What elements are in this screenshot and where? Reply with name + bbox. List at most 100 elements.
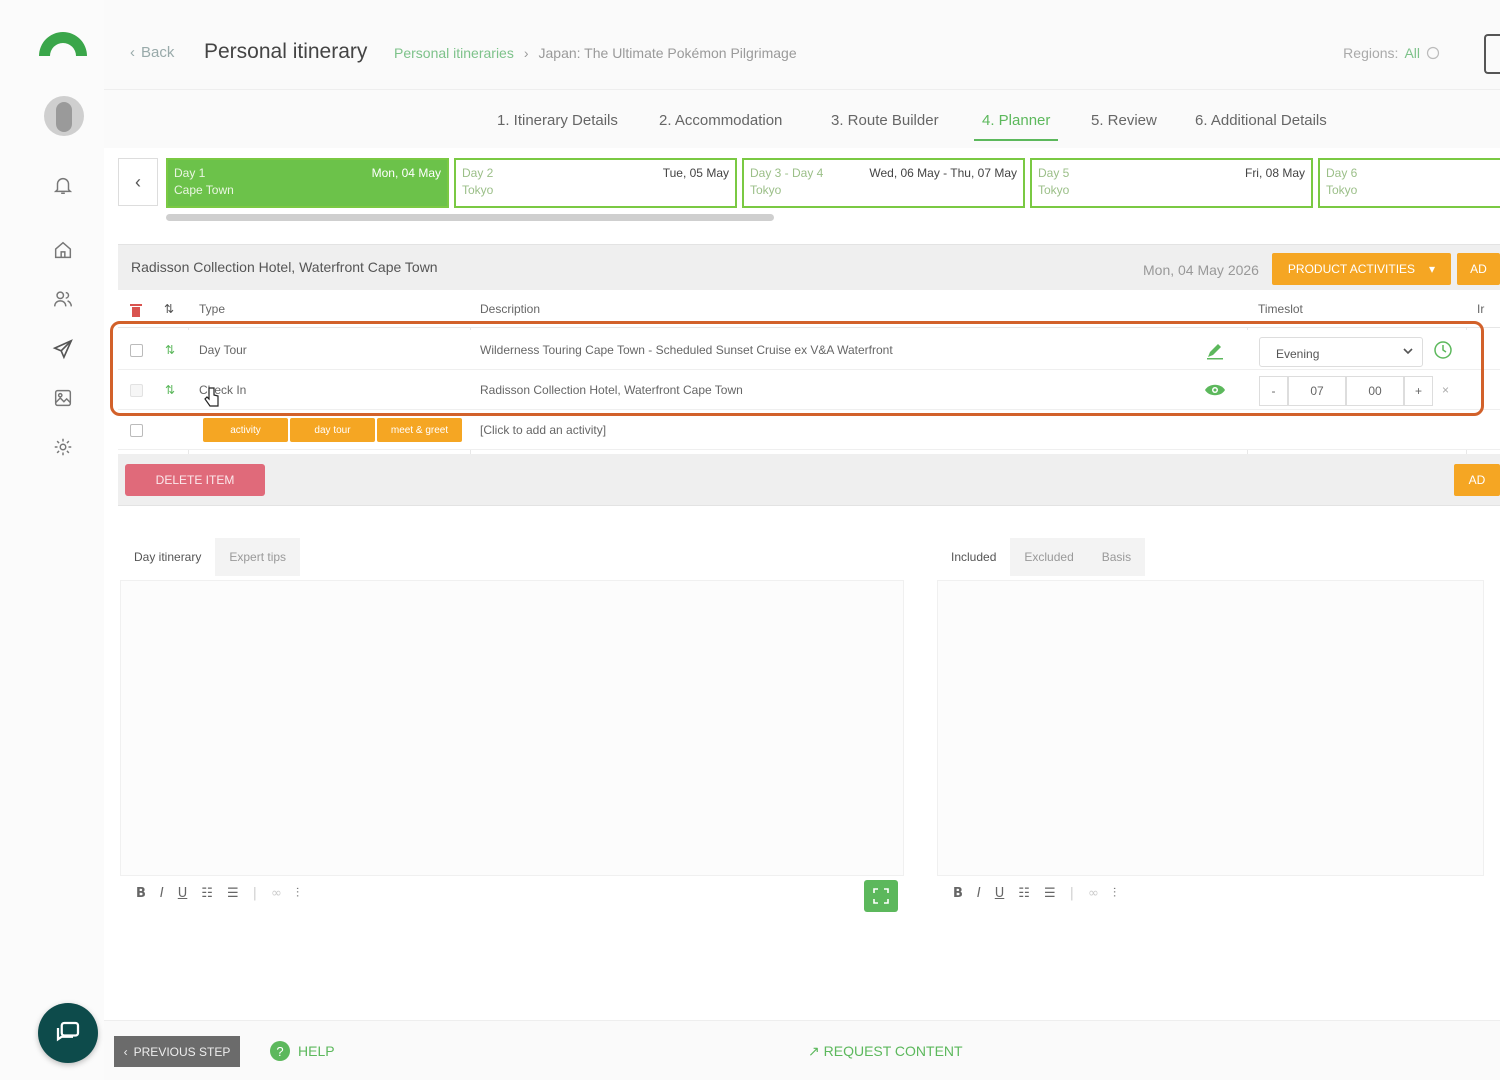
day-itinerary-editor[interactable] bbox=[120, 580, 904, 876]
italic-button[interactable]: I bbox=[977, 886, 981, 901]
bell-icon[interactable] bbox=[50, 172, 76, 198]
clear-format-icon[interactable]: ⫶ bbox=[1113, 886, 1116, 901]
day-card-5[interactable]: Day 5 Fri, 08 May Tokyo bbox=[1030, 158, 1313, 208]
clock-icon[interactable] bbox=[1433, 340, 1453, 360]
table-row-add: activity day tour meet & greet [Click to… bbox=[118, 410, 1500, 450]
timeslot-select[interactable]: Evening bbox=[1259, 337, 1423, 367]
regions-filter[interactable]: Regions: All bbox=[1343, 45, 1440, 61]
row-description[interactable]: Radisson Collection Hotel, Waterfront Ca… bbox=[480, 383, 743, 397]
expand-editor-button[interactable] bbox=[864, 880, 898, 912]
previous-step-label: PREVIOUS STEP bbox=[133, 1044, 231, 1059]
help-icon: ? bbox=[270, 1041, 290, 1061]
previous-step-button[interactable]: ‹ PREVIOUS STEP bbox=[114, 1036, 240, 1067]
help-label: HELP bbox=[298, 1043, 335, 1059]
row-checkbox[interactable] bbox=[130, 424, 143, 437]
product-activities-button[interactable]: PRODUCT ACTIVITIES ▾ bbox=[1272, 253, 1451, 285]
chip-label: activity bbox=[230, 424, 261, 436]
add-button[interactable]: AD bbox=[1457, 253, 1500, 285]
chevron-left-icon: ‹ bbox=[123, 1044, 128, 1059]
day-strip-scrollbar[interactable] bbox=[166, 214, 774, 221]
time-increment-button[interactable]: + bbox=[1404, 376, 1433, 406]
caret-down-icon: ▾ bbox=[1429, 262, 1436, 276]
delete-item-button[interactable]: DELETE ITEM bbox=[125, 464, 265, 496]
ordered-list-icon[interactable]: ☷ bbox=[1018, 886, 1030, 901]
step-route-builder[interactable]: 3. Route Builder bbox=[831, 112, 939, 129]
page-title: Personal itinerary bbox=[204, 40, 368, 63]
drag-handle-icon[interactable]: ⇅ bbox=[165, 383, 175, 397]
clear-format-icon[interactable]: ⫶ bbox=[296, 886, 299, 901]
add-bottom-label: AD bbox=[1468, 473, 1486, 487]
tab-included[interactable]: Included bbox=[937, 538, 1011, 576]
sort-icon[interactable]: ⇅ bbox=[164, 302, 174, 316]
italic-button[interactable]: I bbox=[160, 886, 164, 901]
chip-meet-and-greet[interactable]: meet & greet bbox=[377, 418, 462, 442]
request-content-link[interactable]: ↗ REQUEST CONTENT bbox=[808, 1043, 963, 1060]
bullet-list-icon[interactable]: ☰ bbox=[227, 886, 239, 901]
link-icon[interactable]: ∞ bbox=[1088, 886, 1099, 901]
day-card-1[interactable]: Day 1 Mon, 04 May Cape Town bbox=[166, 158, 449, 208]
step-review[interactable]: 5. Review bbox=[1091, 112, 1157, 129]
step-itinerary-details[interactable]: 1. Itinerary Details bbox=[497, 112, 618, 129]
chip-activity[interactable]: activity bbox=[203, 418, 288, 442]
back-link[interactable]: ‹ Back bbox=[130, 44, 174, 61]
step-accommodation[interactable]: 2. Accommodation bbox=[659, 112, 782, 129]
step-additional-details[interactable]: 6. Additional Details bbox=[1195, 112, 1327, 129]
right-editor-toolbar: B I U ☷ ☰ | ∞ ⫶ bbox=[953, 886, 1116, 901]
hour-input[interactable]: 07 bbox=[1288, 376, 1346, 406]
day-card-2[interactable]: Day 2 Tue, 05 May Tokyo bbox=[454, 158, 737, 208]
minute-input[interactable]: 00 bbox=[1346, 376, 1404, 406]
breadcrumb-link[interactable]: Personal itineraries bbox=[394, 45, 514, 61]
add-label: AD bbox=[1470, 262, 1487, 276]
edit-pencil-icon[interactable] bbox=[1205, 342, 1225, 360]
header-action-box[interactable] bbox=[1484, 34, 1500, 74]
tab-day-itinerary[interactable]: Day itinerary bbox=[120, 538, 216, 576]
tab-expert-tips[interactable]: Expert tips bbox=[215, 538, 301, 576]
plus-label: + bbox=[1414, 384, 1422, 398]
table-row[interactable]: ⇅ Day Tour Wilderness Touring Cape Town … bbox=[118, 330, 1500, 370]
underline-button[interactable]: U bbox=[995, 886, 1005, 901]
trash-icon[interactable] bbox=[130, 303, 142, 317]
settings-gear-icon[interactable] bbox=[50, 434, 76, 460]
breadcrumb-current: Japan: The Ultimate Pokémon Pilgrimage bbox=[538, 45, 797, 61]
table-row[interactable]: ⇅ Check In Radisson Collection Hotel, Wa… bbox=[118, 370, 1500, 410]
home-icon[interactable] bbox=[50, 237, 76, 263]
day-prev-button[interactable]: ‹ bbox=[118, 158, 158, 206]
clear-time-icon[interactable]: × bbox=[1442, 383, 1449, 397]
bold-button[interactable]: B bbox=[136, 886, 146, 901]
image-icon[interactable] bbox=[50, 385, 76, 411]
day-card-3-4[interactable]: Day 3 - Day 4 Wed, 06 May - Thu, 07 May … bbox=[742, 158, 1025, 208]
chip-day-tour[interactable]: day tour bbox=[290, 418, 375, 442]
sidebar bbox=[0, 0, 104, 1080]
link-icon[interactable]: ∞ bbox=[271, 886, 282, 901]
avatar[interactable] bbox=[44, 96, 84, 136]
bottom-bar: ‹ PREVIOUS STEP ? HELP ↗ REQUEST CONTENT bbox=[104, 1020, 1500, 1080]
eye-icon[interactable] bbox=[1204, 382, 1226, 398]
th-timeslot: Timeslot bbox=[1258, 302, 1303, 316]
row-checkbox[interactable] bbox=[130, 344, 143, 357]
row-checkbox[interactable] bbox=[130, 384, 143, 397]
chevron-left-icon: ‹ bbox=[135, 171, 141, 192]
divider-icon: | bbox=[1069, 886, 1074, 901]
chat-button[interactable] bbox=[38, 1003, 98, 1063]
users-icon[interactable] bbox=[50, 286, 76, 312]
tab-basis[interactable]: Basis bbox=[1087, 538, 1146, 576]
included-editor[interactable] bbox=[937, 580, 1484, 876]
time-decrement-button[interactable]: - bbox=[1259, 376, 1288, 406]
tab-excluded[interactable]: Excluded bbox=[1010, 538, 1088, 576]
add-activity-placeholder[interactable]: [Click to add an activity] bbox=[480, 423, 606, 437]
row-description[interactable]: Wilderness Touring Cape Town - Scheduled… bbox=[480, 343, 893, 357]
drag-handle-icon[interactable]: ⇅ bbox=[165, 343, 175, 357]
chat-icon bbox=[56, 1021, 80, 1042]
ordered-list-icon[interactable]: ☷ bbox=[201, 886, 213, 901]
help-link[interactable]: ? HELP bbox=[270, 1041, 335, 1061]
step-planner[interactable]: 4. Planner bbox=[974, 112, 1059, 141]
day-city: Tokyo bbox=[750, 183, 782, 197]
underline-button[interactable]: U bbox=[178, 886, 188, 901]
bold-button[interactable]: B bbox=[953, 886, 963, 901]
day-card-6[interactable]: Day 6 Tokyo bbox=[1318, 158, 1500, 208]
add-bottom-button[interactable]: AD bbox=[1454, 464, 1500, 496]
bullet-list-icon[interactable]: ☰ bbox=[1044, 886, 1056, 901]
table-header: ⇅ Type Description Timeslot Ir bbox=[118, 290, 1500, 328]
breadcrumb: Personal itineraries › Japan: The Ultima… bbox=[394, 45, 797, 61]
send-icon[interactable] bbox=[50, 336, 76, 362]
